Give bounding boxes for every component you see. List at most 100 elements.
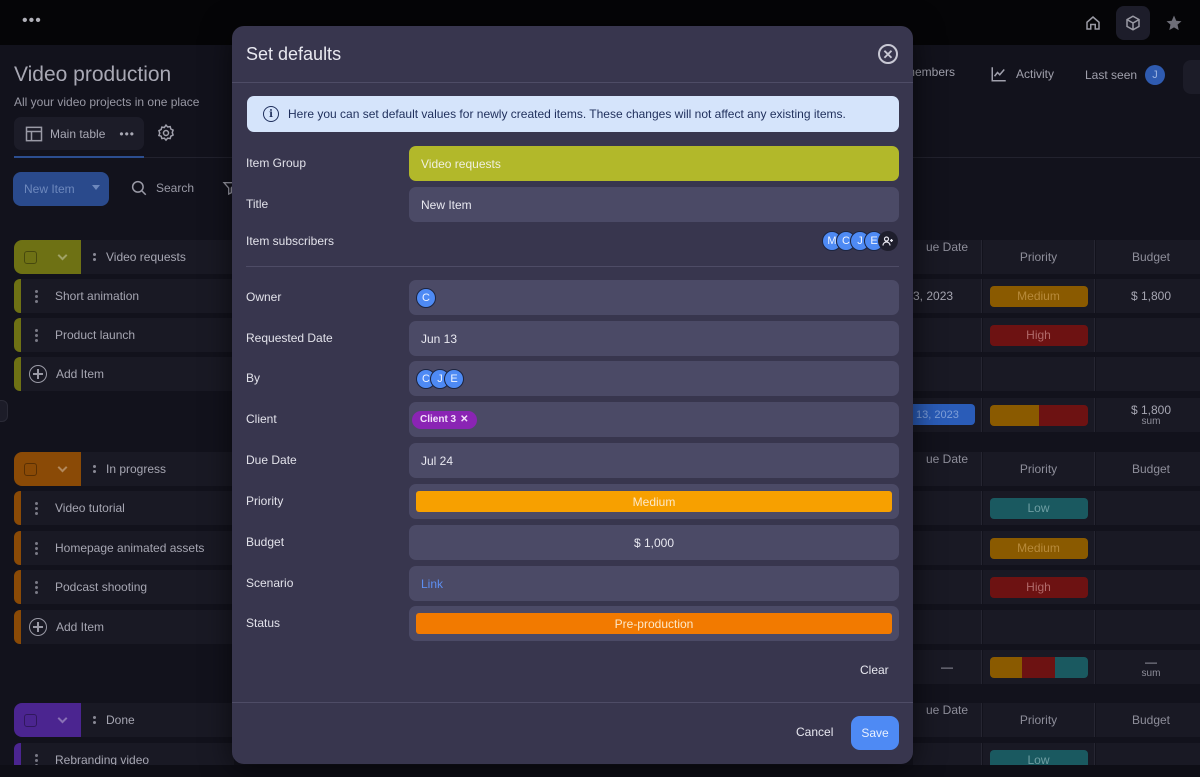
priority-pill: High	[989, 576, 1088, 598]
column-header-budget[interactable]: Budget	[1096, 703, 1200, 737]
due-date-cell[interactable]	[913, 491, 982, 525]
item-name: Podcast shooting	[55, 580, 148, 594]
column-header-label: Budget	[1131, 462, 1171, 476]
budget-cell[interactable]	[1096, 491, 1200, 525]
info-banner: i Here you can set default values for ne…	[247, 96, 899, 132]
row-menu-button[interactable]	[21, 289, 51, 303]
row-menu-button[interactable]	[21, 501, 51, 515]
priority-cell[interactable]: High	[983, 318, 1095, 352]
by-picker[interactable]: C J E	[409, 361, 899, 396]
chevron-down-icon[interactable]	[57, 713, 68, 723]
drag-handle-icon[interactable]	[93, 716, 96, 724]
column-header-priority[interactable]: Priority	[983, 240, 1095, 274]
item-name: Homepage animated assets	[55, 541, 205, 555]
home-button[interactable]	[1076, 6, 1110, 40]
add-item-row[interactable]: Add Item	[14, 357, 234, 391]
cancel-button[interactable]: Cancel	[796, 725, 833, 739]
table-row[interactable]: Product launch	[14, 318, 234, 352]
apps-button[interactable]	[1116, 6, 1150, 40]
client-picker[interactable]: Client 3 ✕	[409, 402, 899, 437]
app-menu-button[interactable]: •••	[22, 12, 42, 30]
due-date-cell[interactable]	[913, 531, 982, 565]
budget-cell[interactable]	[1096, 531, 1200, 565]
set-defaults-dialog: Set defaults ✕ i Here you can set defaul…	[232, 26, 913, 764]
row-menu-button[interactable]	[21, 328, 51, 342]
remove-tag-icon[interactable]: ✕	[460, 414, 468, 425]
drag-handle-icon[interactable]	[93, 253, 96, 261]
board-settings-button[interactable]	[156, 123, 176, 146]
row-menu-button[interactable]	[21, 541, 51, 555]
new-item-button[interactable]: New Item	[13, 172, 109, 206]
priority-pill: Medium	[989, 537, 1088, 559]
summary-priority-cell	[983, 650, 1095, 684]
scenario-link[interactable]: Link	[421, 577, 443, 591]
budget-cell[interactable]: $ 1,800	[1096, 279, 1200, 313]
scenario-input[interactable]: Link	[409, 566, 899, 601]
priority-select[interactable]: Medium	[409, 484, 899, 519]
row-group-color	[14, 318, 21, 352]
group-title: In progress	[106, 462, 167, 476]
view-tab-main-table[interactable]: Main table •••	[14, 117, 144, 150]
group-select-checkbox[interactable]	[24, 462, 37, 476]
priority-cell[interactable]: Low	[983, 491, 1095, 525]
chevron-down-icon[interactable]	[57, 462, 68, 472]
favorites-button[interactable]	[1157, 6, 1191, 40]
priority-cell[interactable]: Medium	[983, 531, 1095, 565]
due-date-cell[interactable]: 3, 2023	[913, 279, 982, 313]
due-date-summary-value: —	[941, 660, 953, 674]
row-menu-button[interactable]	[21, 580, 51, 594]
save-button[interactable]: Save	[851, 716, 899, 750]
priority-cell[interactable]: Medium	[983, 279, 1095, 313]
item-subscribers-picker[interactable]: M C J E	[822, 231, 898, 251]
last-seen-button[interactable]: Last seen J	[1085, 65, 1166, 85]
new-item-dropdown-caret[interactable]	[92, 185, 100, 190]
table-row[interactable]: Podcast shooting	[14, 570, 234, 604]
item-name: Short animation	[55, 289, 140, 303]
add-subscriber-button[interactable]	[878, 231, 898, 251]
budget-sum-value: —	[1145, 655, 1157, 669]
owner-picker[interactable]: C	[409, 280, 899, 315]
due-date-cell[interactable]	[913, 570, 982, 604]
search-button[interactable]: Search	[130, 179, 194, 197]
row-group-color	[14, 531, 21, 565]
table-row[interactable]: Short animation	[14, 279, 234, 313]
group-color-block	[14, 703, 81, 737]
budget-cell[interactable]	[1096, 318, 1200, 352]
budget-cell[interactable]	[1096, 570, 1200, 604]
activity-button[interactable]: Activity	[990, 65, 1054, 83]
table-row[interactable]: Homepage animated assets	[14, 531, 234, 565]
close-button[interactable]: ✕	[878, 44, 898, 64]
view-tab-more-button[interactable]: •••	[119, 127, 135, 141]
due-date-input[interactable]: Jul 24	[409, 443, 899, 478]
column-header-label: Priority	[1019, 462, 1058, 476]
column-header-due-date[interactable]: ue Date	[913, 703, 982, 737]
budget-input[interactable]: $ 1,000	[409, 525, 899, 560]
column-header-priority[interactable]: Priority	[983, 703, 1095, 737]
requested-date-input[interactable]: Jun 13	[409, 321, 899, 356]
item-group-select[interactable]: Video requests	[409, 146, 899, 181]
board-extra-button[interactable]	[1183, 60, 1200, 94]
column-header-priority[interactable]: Priority	[983, 452, 1095, 486]
summary-budget-cell: — sum	[1096, 650, 1200, 684]
table-row[interactable]: Video tutorial	[14, 491, 234, 525]
title-input[interactable]: New Item	[409, 187, 899, 222]
column-header-due-date[interactable]: ue Date	[913, 452, 982, 486]
drag-handle-icon[interactable]	[93, 465, 96, 473]
add-item-row[interactable]: Add Item	[14, 610, 234, 644]
chevron-down-icon[interactable]	[57, 250, 68, 260]
column-header-budget[interactable]: Budget	[1096, 240, 1200, 274]
status-pill: Pre-production	[416, 613, 892, 634]
dialog-header-divider	[232, 82, 913, 83]
item-subscribers-label: Item subscribers	[246, 234, 335, 248]
column-header-due-date[interactable]: ue Date	[913, 240, 982, 274]
due-date-cell[interactable]	[913, 318, 982, 352]
clear-button[interactable]: Clear	[860, 663, 889, 677]
status-select[interactable]: Pre-production	[409, 606, 899, 641]
item-group-value: Video requests	[421, 156, 501, 171]
sidebar-collapse-handle[interactable]	[0, 400, 8, 422]
column-header-budget[interactable]: Budget	[1096, 452, 1200, 486]
priority-cell[interactable]: High	[983, 570, 1095, 604]
due-date-label: Due Date	[246, 453, 297, 467]
group-select-checkbox[interactable]	[24, 713, 37, 727]
group-select-checkbox[interactable]	[24, 250, 37, 264]
